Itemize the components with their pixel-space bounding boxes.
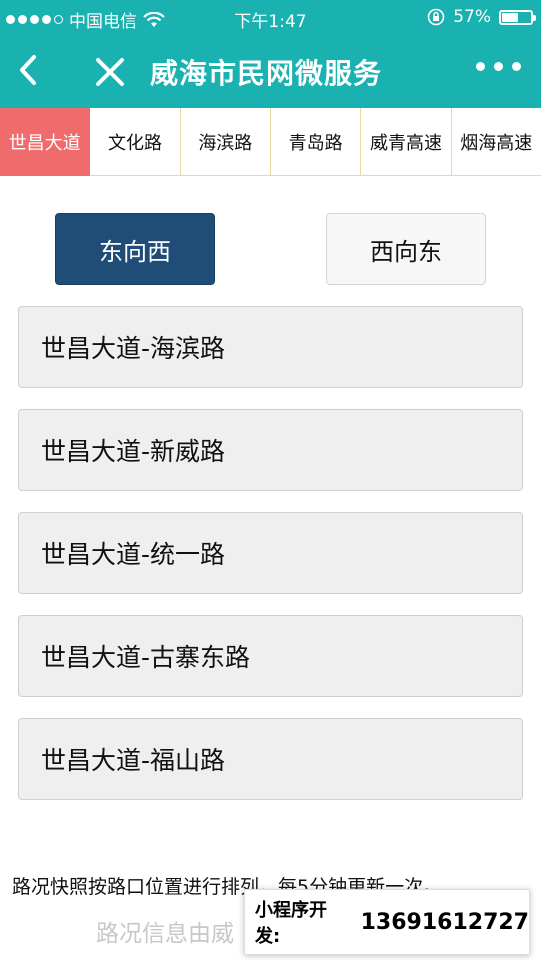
- east-to-west-button[interactable]: 东向西: [55, 213, 215, 285]
- nav-bar: 威海市民网微服务: [0, 34, 541, 108]
- intersection-item[interactable]: 世昌大道-古寨东路: [18, 615, 523, 697]
- tab-yanhai-expressway[interactable]: 烟海高速: [451, 108, 541, 176]
- tab-wenhua-road[interactable]: 文化路: [90, 108, 181, 176]
- promo-banner[interactable]: 小程序开发: 13691612727: [244, 889, 530, 955]
- status-bar: 中国电信 下午1:47 57%: [0, 0, 541, 34]
- west-to-east-button[interactable]: 西向东: [326, 213, 486, 285]
- battery-icon: [499, 9, 536, 25]
- tab-shichang-avenue[interactable]: 世昌大道: [0, 108, 91, 176]
- intersection-item[interactable]: 世昌大道-统一路: [18, 512, 523, 594]
- rotation-lock-icon: [427, 8, 445, 26]
- top-bar: 中国电信 下午1:47 57% 威海市民网微服务: [0, 0, 541, 108]
- tab-weiqing-expressway[interactable]: 威青高速: [361, 108, 452, 176]
- source-note: 路况信息由威: [96, 921, 234, 947]
- more-dots-icon[interactable]: [476, 62, 521, 71]
- battery-percent: 57%: [453, 7, 491, 27]
- intersection-item[interactable]: 世昌大道-海滨路: [18, 306, 523, 388]
- promo-phone: 13691612727: [360, 909, 529, 935]
- intersection-item[interactable]: 世昌大道-福山路: [18, 718, 523, 800]
- tab-qingdao-road[interactable]: 青岛路: [270, 108, 362, 176]
- close-icon[interactable]: [92, 54, 128, 90]
- page-title: 威海市民网微服务: [150, 57, 383, 90]
- status-right: 57%: [427, 7, 536, 27]
- intersection-item[interactable]: 世昌大道-新威路: [18, 409, 523, 491]
- chevron-left-icon[interactable]: [14, 52, 46, 88]
- battery-fill: [502, 12, 518, 22]
- road-tabs: 世昌大道 文化路 海滨路 青岛路 威青高速 烟海高速: [0, 108, 541, 176]
- tab-haibin-road[interactable]: 海滨路: [180, 108, 271, 176]
- promo-label: 小程序开发:: [255, 900, 327, 947]
